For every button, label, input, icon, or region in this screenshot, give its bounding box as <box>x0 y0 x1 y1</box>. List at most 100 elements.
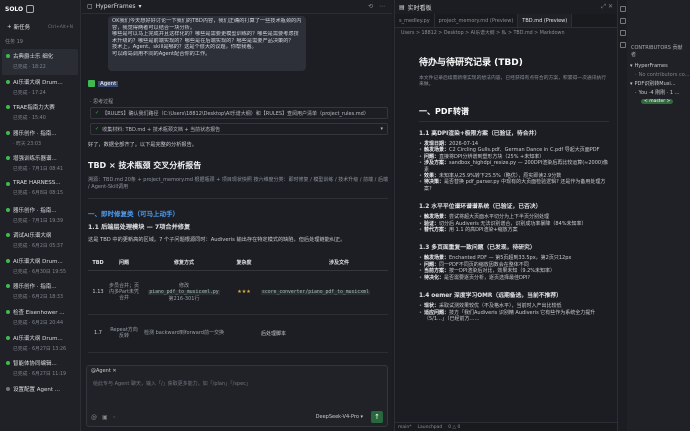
item-value: 是否替换 pdf_parser.py 中现有的大页面检验逻辑? 还是作为备用处理… <box>424 179 606 192</box>
status-dot-icon <box>6 54 10 58</box>
task-item[interactable]: 设置配置 Agent ... <box>2 382 78 408</box>
task-item[interactable]: AI乐谱大纲 Drum... 已完成 · 6月30日 19:55 <box>2 254 78 280</box>
status-item[interactable]: main* <box>398 425 412 430</box>
status-dot-icon <box>6 335 10 340</box>
editor-header-actions[interactable]: ⤢ ✕ <box>601 3 613 11</box>
task-title: 增强训练乐器谱... <box>13 156 57 163</box>
source-control-icon[interactable] <box>619 30 626 36</box>
search-icon[interactable] <box>619 18 626 24</box>
status-dot-icon <box>6 181 10 186</box>
brand-row: SOLO <box>0 0 80 13</box>
agent-avatar <box>88 80 95 87</box>
task-item[interactable]: 智能体协同编辑... 已完成 · 6月27日 11:19 <box>2 356 78 382</box>
task-count: 19 <box>16 39 23 45</box>
editor-tab[interactable]: s_medley.py <box>395 14 435 27</box>
new-task-button[interactable]: + 新任务 Ctrl+Alt+N <box>4 20 76 34</box>
fix-text: 检测 backward到forward前一交换 <box>144 330 224 336</box>
subsection-description: 这是 TBD 中的更新高的区域。7 个子问题根源同时：Audiveris 输出存… <box>88 237 346 243</box>
user-message-line: 可以跨岛调用不同的Agent配合你的工作。 <box>112 50 211 57</box>
task-item[interactable]: 器乐创作 · 指南... 已完成 · 7月1日 19:39 <box>2 203 78 229</box>
task-item[interactable]: AI乐谱大纲 Drum... 已完成 · 17:24 <box>2 75 78 101</box>
doc-list-item: 涉及方案：sandbox_highdpi_resize.py — 200DPI渲… <box>419 160 609 173</box>
editor-tab[interactable]: TBD.md (Preview) <box>518 14 573 27</box>
section-heading-1: 一、即时修复类（可马上动手） <box>88 210 179 218</box>
item-key: 触发场景： <box>424 214 450 221</box>
item-key: 待决策： <box>424 179 445 186</box>
thinking-toggle[interactable]: · 思考过程 <box>90 98 113 105</box>
fix-code: piano_pdf_to_musicxml.py <box>148 289 220 295</box>
send-button[interactable]: ↑ <box>371 411 383 423</box>
cell-complexity: ★★★ <box>228 270 260 315</box>
project-name[interactable]: HyperFrames <box>96 3 136 10</box>
rules-step-card[interactable]: ✓ 【RULES】确认我们路径（C:\Users\18812\Desktop\A… <box>90 107 388 119</box>
table-header-cell: 复杂度 <box>228 256 260 271</box>
explorer-item[interactable]: < master > <box>627 97 690 106</box>
item-value: 同一PDF不同页的缩放因数会在整体不同 <box>439 261 529 268</box>
task-item[interactable]: AI乐谱大纲 Drum... 已完成 · 6月27日 13:26 <box>2 331 78 357</box>
task-title: 器乐创作 · 指南... <box>13 130 57 137</box>
task-title: AI乐谱大纲 Drum... <box>13 79 63 86</box>
item-value: 是否需要逐页分析，逐页选择最佳DPI? <box>444 274 531 281</box>
task-status: · 昨天 23:03 <box>13 141 41 147</box>
status-dot-icon <box>6 258 10 263</box>
item-value: Enchanted PDF — 第5页超到33.5px，第2页只12px <box>449 255 572 262</box>
table-header-cell: TBD <box>88 256 108 271</box>
files-icon[interactable] <box>619 6 626 12</box>
task-status: 已完成 · 18:22 <box>13 65 46 70</box>
item-key: 触发场景： <box>424 255 450 262</box>
explorer-item[interactable]: ▾ HyperFrames <box>627 61 690 70</box>
status-item[interactable]: 0 △ 0 <box>448 425 460 430</box>
task-status: 已完成 · 6月8日 08:15 <box>13 190 64 196</box>
report-title: TBD × 技术瓶颈 交叉分析报告 <box>88 161 202 170</box>
extensions-icon[interactable] <box>619 42 626 48</box>
task-title: 古典爵士乐 细化 <box>13 54 54 60</box>
explorer-item-label: You ·4 刚刚 · 1 ... <box>638 90 680 96</box>
task-item[interactable]: 增强训练乐器谱... 已完成 · 7月1日 08:41 <box>2 151 78 177</box>
image-icon[interactable]: ▣ <box>102 414 108 421</box>
item-value: sandbox_highdpi_resize.py — 200DPI渲染后再比较… <box>424 160 609 173</box>
item-value: 切分后 Audiveris 无法识别谱合，识别成功率暴降（84%未知率） <box>439 220 587 227</box>
explorer-item[interactable]: · You ·4 刚刚 · 1 ... <box>627 88 690 97</box>
sidebar-toggle-icon[interactable] <box>26 5 35 13</box>
explorer-item-label: HyperFrames <box>634 62 668 69</box>
item-key: 适应问题： <box>424 309 450 316</box>
item-key: 当前方案： <box>424 268 450 275</box>
editor-tabs: s_medley.py project_memory.md (Preview) TB… <box>395 14 618 28</box>
collect-step-card[interactable]: ✓ 收集材料: TBD.md + 技术瓶颈文档 + 当前状态报告 ▾ <box>90 123 388 135</box>
doc-groups: 1.1 高DPI渲染+极限方案（已验证，待合并）发现日期：2026-07-14触… <box>419 128 609 322</box>
editor-tab[interactable]: project_memory.md (Preview) <box>435 14 519 27</box>
activity-bar <box>617 0 627 431</box>
attach-icon[interactable]: @ <box>91 414 97 421</box>
chat-header-actions[interactable]: ⟲ ⋯ <box>368 3 387 10</box>
explorer-item[interactable]: · No contributors co... <box>627 70 690 79</box>
task-item[interactable]: 调试AI乐谱大纲 已完成 · 6月2日 05:37 <box>2 228 78 254</box>
task-item[interactable]: 器乐创作 · 指南... 已完成 · 6月2日 18:33 <box>2 279 78 305</box>
task-item[interactable]: TRAE HARNESS... 已完成 · 6月8日 08:15 <box>2 177 78 203</box>
task-item[interactable]: 检查 Eisenhower ... 已完成 · 6月2日 20:44 <box>2 305 78 331</box>
item-value: 尝试将超大页面水平切分为上下半页分别处理 <box>449 214 550 221</box>
editor-header-title: 实时看板 <box>407 4 432 12</box>
model-selector[interactable]: DeepSeek-V4-Pro ▾ <box>316 414 363 420</box>
chevron-down-icon: ▾ <box>630 80 633 87</box>
mic-icon[interactable]: ◦ <box>113 414 117 421</box>
input-tools: @ ▣ ◦ <box>91 414 116 421</box>
plus-icon: + <box>7 24 12 30</box>
divider <box>419 121 609 122</box>
dot-icon: · <box>635 71 637 78</box>
fix-lines: 第216-301行 <box>168 295 200 302</box>
explorer-item[interactable]: ▾ PDF识别转Musi... <box>627 79 690 88</box>
task-item[interactable]: 古典爵士乐 细化 已完成 · 18:22 <box>2 49 78 75</box>
status-item[interactable]: Launchpad <box>418 425 443 430</box>
task-item[interactable]: 器乐创作 · 指南... · 昨天 23:03 <box>2 126 78 152</box>
item-key: 现状： <box>424 303 440 310</box>
chat-input-box[interactable]: @Agent ✕ 给此专与 Agent 聊天，输入「/」获取更多能力，如「/pl… <box>86 365 388 427</box>
agent-mention-chip[interactable]: @Agent ✕ <box>91 368 117 374</box>
new-task-label: 新任务 <box>13 25 31 31</box>
task-title: 智能体协同编辑... <box>13 361 57 368</box>
agent-intro: 好了，数据全部齐了。以下是完整的分析报告。 <box>88 142 197 148</box>
editor-panel: ▤ 实时看板 ⤢ ✕ s_medley.py project_memory.md … <box>394 0 618 431</box>
status-dot-icon <box>6 386 10 391</box>
chevron-down-icon[interactable]: ▾ <box>139 3 142 10</box>
breadcrumb: Users > 18812 > Desktop > AI乐谱大纲 > 私 > T… <box>401 31 565 36</box>
task-item[interactable]: TRAE指南力大赛 已完成 · 15:40 <box>2 100 78 126</box>
